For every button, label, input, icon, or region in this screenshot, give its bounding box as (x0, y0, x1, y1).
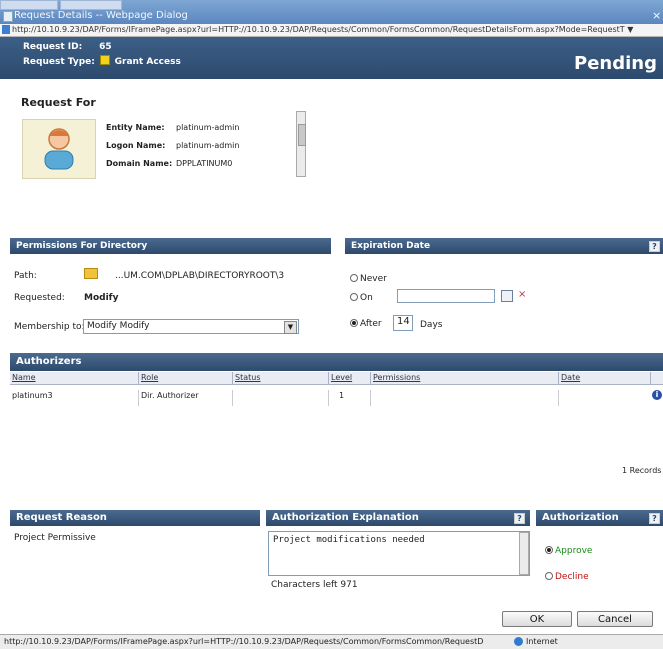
col-role[interactable]: Role (138, 372, 232, 384)
on-radio[interactable] (350, 293, 358, 301)
explanation-textarea[interactable]: Project modifications needed (268, 531, 530, 576)
calendar-icon[interactable] (501, 290, 513, 302)
clear-date-icon[interactable]: × (518, 289, 526, 300)
folder-icon (84, 268, 98, 279)
requested-label: Requested: (14, 293, 65, 303)
approve-option[interactable]: Approve (545, 546, 592, 556)
scrollbar-thumb[interactable] (298, 124, 306, 146)
decline-option[interactable]: Decline (545, 572, 589, 582)
request-reason-text: Project Permissive (14, 533, 96, 543)
decline-radio[interactable] (545, 572, 553, 580)
chevron-down-icon[interactable]: ▼ (284, 321, 297, 334)
logon-name-value: platinum-admin (176, 141, 240, 150)
records-count: 1 Records (622, 466, 662, 475)
col-date[interactable]: Date (558, 372, 650, 384)
status-badge: Pending (574, 53, 657, 74)
request-for-title: Request For (21, 96, 96, 109)
membership-label: Membership to: (14, 322, 85, 332)
on-option[interactable]: On (350, 293, 373, 303)
explanation-help-icon[interactable]: ? (514, 513, 525, 524)
cell-status (232, 390, 328, 406)
cell-level: 1 (328, 390, 370, 406)
col-status[interactable]: Status (232, 372, 328, 384)
cancel-button[interactable]: Cancel (577, 611, 653, 627)
ie-page-icon (3, 11, 13, 22)
col-level[interactable]: Level (328, 372, 370, 384)
membership-select[interactable]: Modify Modify ▼ (83, 319, 299, 334)
domain-name-value: DPPLATINUM0 (176, 159, 233, 168)
page-icon (2, 25, 10, 34)
path-label: Path: (14, 271, 37, 281)
request-header: Request ID: 65 Request Type: Grant Acces… (0, 37, 663, 79)
col-info (650, 372, 663, 384)
days-label: Days (420, 320, 443, 330)
never-option[interactable]: Never (350, 274, 387, 284)
request-id-label: Request ID: (23, 42, 83, 52)
globe-icon (514, 637, 523, 646)
window-titlebar: Request Details -- Webpage Dialog × (0, 0, 663, 24)
after-option[interactable]: After (350, 319, 382, 329)
approve-radio[interactable] (545, 546, 553, 554)
authorizers-table-header: Name Role Status Level Permissions Date (10, 372, 663, 385)
authorization-header: Authorization (536, 510, 663, 526)
approve-label: Approve (555, 546, 593, 556)
col-name[interactable]: Name (10, 372, 138, 384)
domain-name-label: Domain Name: (106, 159, 173, 168)
expiration-help-icon[interactable]: ? (649, 241, 660, 252)
avatar (22, 119, 96, 179)
status-bar: http://10.10.9.23/DAP/Forms/IFramePage.a… (0, 634, 663, 649)
request-id-row: Request ID: 65 (23, 42, 112, 52)
entity-name-value: platinum-admin (176, 123, 240, 132)
cell-role: Dir. Authorizer (138, 390, 232, 406)
authorization-explanation-header: Authorization Explanation (266, 510, 530, 526)
cell-name: platinum3 (12, 391, 53, 400)
user-avatar-icon (44, 128, 74, 170)
col-permissions[interactable]: Permissions (370, 372, 558, 384)
request-id-value: 65 (99, 42, 112, 52)
address-text[interactable]: http://10.10.9.23/DAP/Forms/IFramePage.a… (12, 25, 633, 34)
membership-select-value: Modify Modify (87, 321, 150, 331)
address-bar[interactable]: http://10.10.9.23/DAP/Forms/IFramePage.a… (0, 24, 663, 37)
status-zone: Internet (526, 637, 558, 646)
taskbar-stub-right (60, 0, 122, 10)
cell-date (558, 390, 650, 406)
explanation-scrollbar[interactable] (519, 532, 529, 575)
characters-left: Characters left 971 (271, 580, 358, 590)
authorization-help-icon[interactable]: ? (649, 513, 660, 524)
request-type-label: Request Type: (23, 57, 95, 67)
permissions-section-header: Permissions For Directory (10, 238, 331, 254)
after-radio[interactable] (350, 319, 358, 327)
cell-permissions (370, 390, 558, 406)
request-type-row: Request Type: Grant Access (23, 55, 181, 67)
flag-icon (99, 55, 110, 65)
close-icon[interactable]: × (652, 9, 661, 22)
table-row[interactable]: platinum3 Dir. Authorizer 1 i (10, 385, 663, 407)
request-reason-header: Request Reason (10, 510, 260, 526)
request-type-value: Grant Access (114, 57, 181, 67)
request-for-scrollbar[interactable] (296, 111, 306, 177)
on-label: On (360, 293, 373, 303)
path-value: ...UM.COM\DPLAB\DIRECTORYROOT\3 (115, 271, 285, 281)
ok-button[interactable]: OK (502, 611, 572, 627)
expiration-section-header: Expiration Date (345, 238, 663, 254)
never-label: Never (360, 274, 387, 284)
logon-name-label: Logon Name: (106, 141, 166, 150)
window-title: Request Details -- Webpage Dialog (14, 10, 188, 21)
info-icon[interactable]: i (652, 390, 662, 400)
expiration-date-field[interactable] (397, 289, 495, 303)
explanation-text: Project modifications needed (273, 535, 425, 545)
requested-value: Modify (84, 293, 119, 303)
entity-name-label: Entity Name: (106, 123, 165, 132)
taskbar-stub-left (0, 0, 58, 10)
after-label: After (360, 319, 382, 329)
status-url: http://10.10.9.23/DAP/Forms/IFramePage.a… (4, 637, 484, 646)
decline-label: Decline (555, 572, 589, 582)
authorizers-section-header: Authorizers (10, 353, 663, 371)
days-input[interactable]: 14 (393, 315, 413, 331)
never-radio[interactable] (350, 274, 358, 282)
